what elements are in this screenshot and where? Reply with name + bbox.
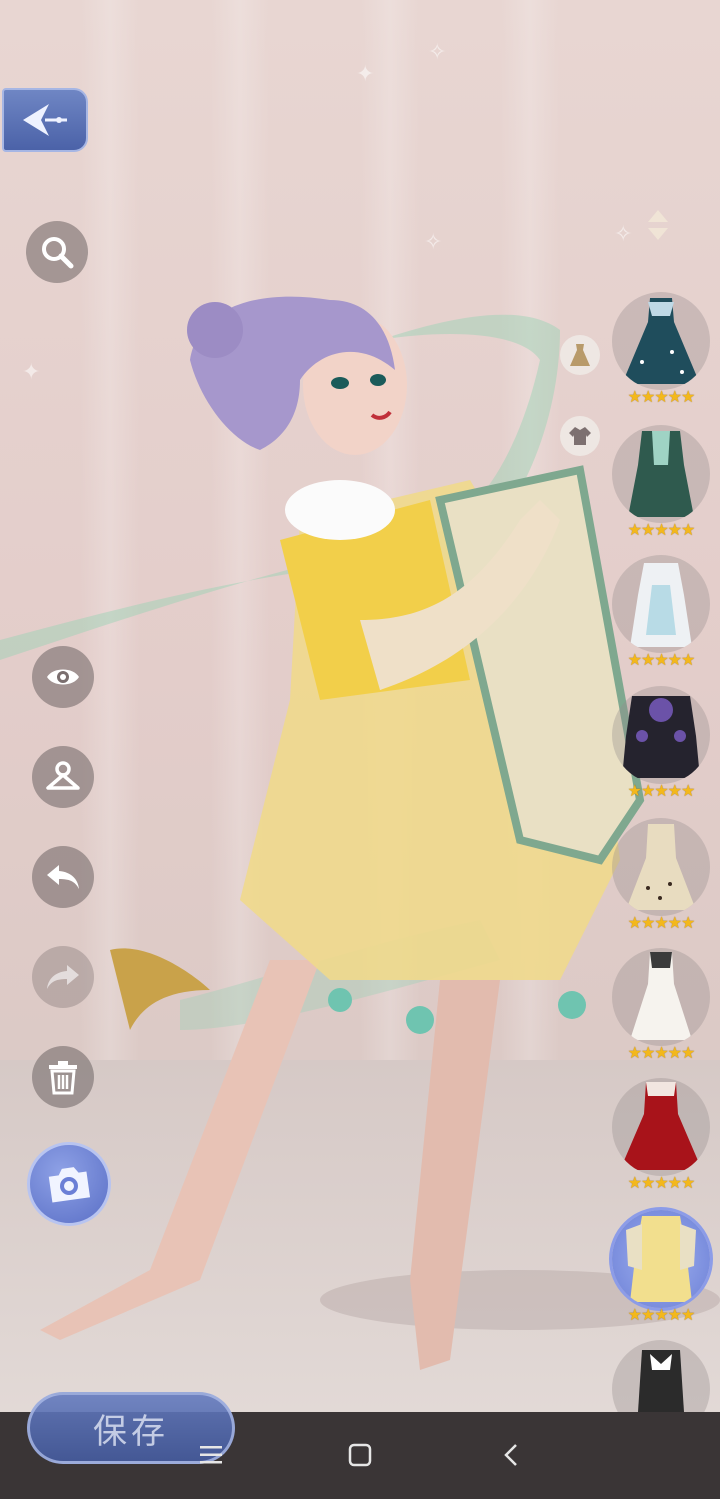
- sort-icon[interactable]: [646, 208, 670, 242]
- outfit-thumbnail: [612, 948, 710, 1046]
- outfit-thumbnail: [612, 1210, 710, 1308]
- rating-stars: ★★★★★: [627, 650, 696, 669]
- rating-stars: ★★★★★: [627, 913, 696, 932]
- outfit-thumbnail: [612, 425, 710, 523]
- rating-stars: ★★★★★: [627, 1305, 696, 1324]
- hanger-icon: [46, 761, 80, 790]
- outfit-thumbnail: [612, 555, 710, 653]
- outfit-item[interactable]: ★★★★★: [606, 292, 716, 410]
- hanger-button[interactable]: [32, 746, 94, 808]
- trash-icon: [49, 1061, 77, 1095]
- delete-button[interactable]: [32, 1046, 94, 1108]
- dress-category-icon[interactable]: [560, 335, 600, 375]
- visibility-toggle[interactable]: [32, 646, 94, 708]
- outfit-thumbnail: [612, 1078, 710, 1176]
- outfit-item[interactable]: ★★★★★: [606, 425, 716, 543]
- rating-stars: ★★★★★: [627, 387, 696, 406]
- rating-stars: ★★★★★: [627, 1173, 696, 1192]
- rating-stars: ★★★★★: [627, 781, 696, 800]
- outfit-thumbnail: [612, 818, 710, 916]
- back-arrow-icon: [23, 104, 67, 136]
- outfit-thumbnail: [612, 292, 710, 390]
- undo-icon: [47, 865, 79, 889]
- save-label: 保存: [93, 1411, 169, 1452]
- outfit-item[interactable]: ★★★★★: [606, 1078, 716, 1196]
- rating-stars: ★★★★★: [627, 520, 696, 539]
- redo-button[interactable]: [32, 946, 94, 1008]
- menu-button[interactable]: [186, 1430, 236, 1480]
- search-icon: [42, 237, 74, 269]
- camera-icon: [48, 1167, 91, 1203]
- back-button[interactable]: [2, 88, 88, 152]
- back-icon: [504, 1444, 517, 1466]
- home-icon: [348, 1443, 372, 1467]
- outfit-item[interactable]: ★★★★★: [606, 948, 716, 1066]
- top-category-icon[interactable]: [560, 416, 600, 456]
- undo-button[interactable]: [32, 846, 94, 908]
- outfit-item-selected[interactable]: ★★★★★: [606, 1210, 716, 1328]
- outfit-item[interactable]: ★★★★★: [606, 686, 716, 804]
- home-button[interactable]: [335, 1430, 385, 1480]
- outfit-thumbnail: [612, 686, 710, 784]
- outfit-item[interactable]: ★★★★★: [606, 818, 716, 936]
- rating-stars: ★★★★★: [627, 1043, 696, 1062]
- camera-button[interactable]: [27, 1142, 111, 1226]
- eye-icon: [47, 669, 79, 685]
- nav-back-button[interactable]: [486, 1430, 536, 1480]
- search-button[interactable]: [26, 221, 88, 283]
- redo-icon: [47, 965, 79, 989]
- outfit-item[interactable]: ★★★★★: [606, 555, 716, 673]
- menu-icon: [200, 1446, 222, 1464]
